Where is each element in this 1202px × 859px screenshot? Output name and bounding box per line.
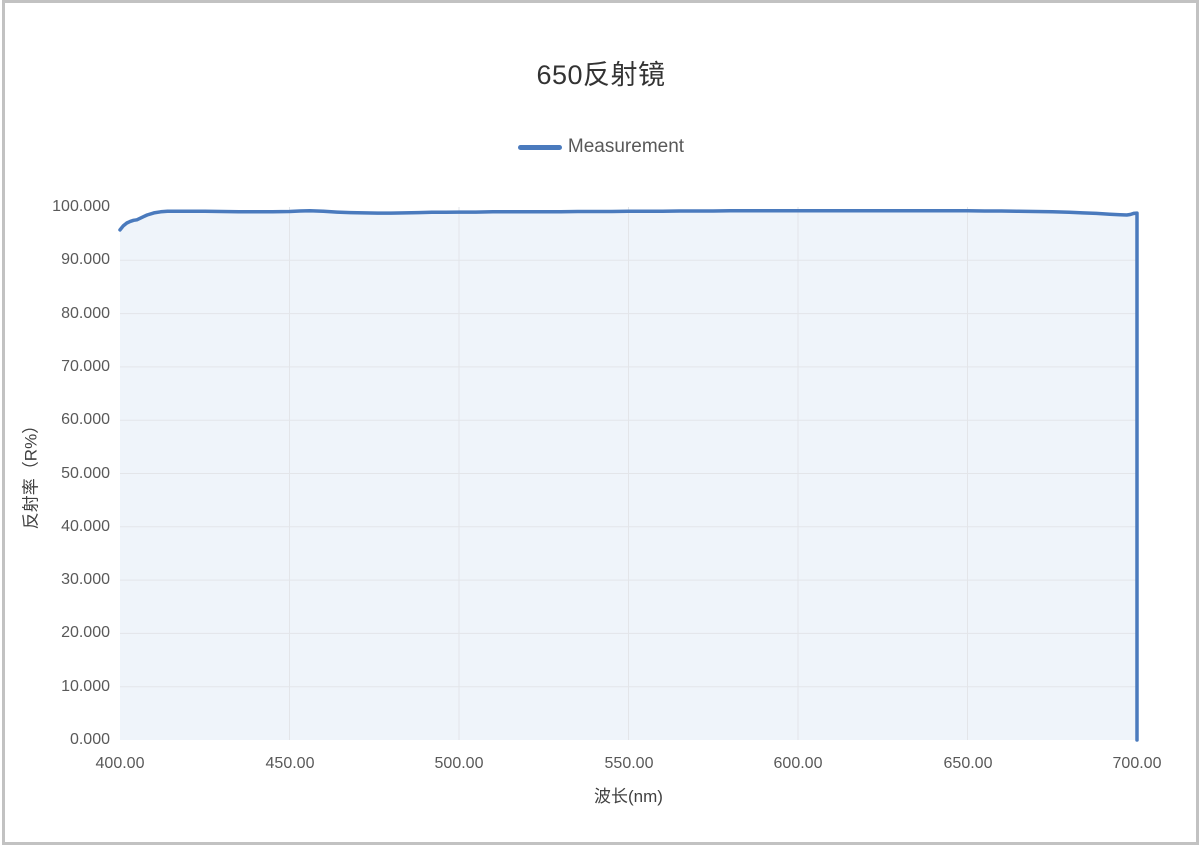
x-tick-label: 500.00 — [414, 754, 504, 774]
chart-widget: 650反射镜 Measurement 0.00010.00020.00030.0… — [0, 0, 1202, 859]
x-tick-label: 600.00 — [753, 754, 843, 774]
x-tick-label: 450.00 — [245, 754, 335, 774]
x-tick-label: 650.00 — [923, 754, 1013, 774]
y-tick-label: 20.000 — [0, 623, 110, 643]
x-tick-label: 400.00 — [75, 754, 165, 774]
y-tick-label: 70.000 — [0, 357, 110, 377]
y-tick-label: 100.000 — [0, 197, 110, 217]
x-tick-label: 700.00 — [1092, 754, 1182, 774]
y-tick-label: 80.000 — [0, 304, 110, 324]
y-axis-title: 反射率（R%） — [17, 417, 42, 529]
y-tick-label: 90.000 — [0, 250, 110, 270]
x-axis-title: 波长(nm) — [120, 782, 1137, 807]
plot-area[interactable] — [0, 0, 1202, 859]
y-tick-label: 30.000 — [0, 570, 110, 590]
x-tick-label: 550.00 — [584, 754, 674, 774]
y-tick-label: 0.000 — [0, 730, 110, 750]
y-tick-label: 10.000 — [0, 677, 110, 697]
